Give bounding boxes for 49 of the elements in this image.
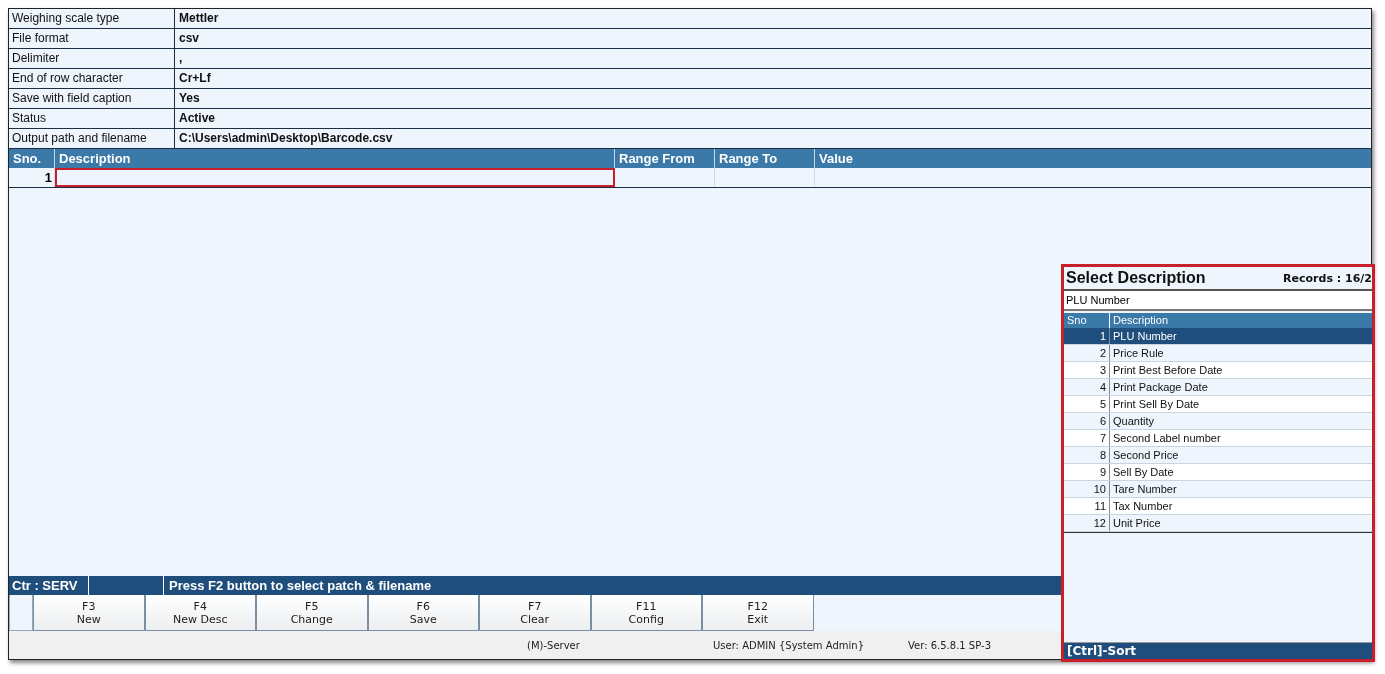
function-key-button[interactable]: F7 Clear (479, 595, 591, 631)
list-row[interactable]: 1 PLU Number (1064, 328, 1372, 345)
search-field[interactable]: PLU Number (1064, 291, 1372, 311)
column-header[interactable]: Range From (615, 149, 715, 168)
list-row[interactable]: 5 Print Sell By Date (1064, 396, 1372, 413)
list-row[interactable]: 8 Second Price (1064, 447, 1372, 464)
column-header[interactable]: Value (815, 149, 1371, 168)
property-value: C:\Users\admin\Desktop\Barcode.csv (178, 130, 394, 147)
list-row[interactable]: 7 Second Label number (1064, 430, 1372, 447)
property-label: End of row character (9, 69, 175, 88)
list-row[interactable]: 9 Sell By Date (1064, 464, 1372, 481)
column-header[interactable]: Description (55, 149, 615, 168)
property-label: Weighing scale type (9, 9, 175, 28)
user-label: User: ADMIN {System Admin} (713, 639, 865, 651)
property-value: Cr+Lf (178, 70, 212, 87)
list-row[interactable]: 3 Print Best Before Date (1064, 362, 1372, 379)
table-cell: 1 (9, 168, 55, 187)
version-label: Ver: 6.5.8.1 SP-3 (908, 639, 991, 651)
property-value: Yes (178, 90, 201, 107)
records-count: Records : 16/2 (1283, 271, 1372, 285)
list-row[interactable]: 12 Unit Price (1064, 515, 1372, 532)
property-label: Save with field caption (9, 89, 175, 108)
column-header[interactable]: Sno. (9, 149, 55, 168)
function-key-button[interactable]: F11 Config (590, 595, 702, 631)
description-input[interactable] (55, 168, 615, 187)
sort-hint-bar: [Ctrl]-Sort (1064, 643, 1372, 659)
function-key-button[interactable]: F4 New Desc (144, 595, 256, 631)
column-header[interactable]: Description (1110, 313, 1372, 328)
function-key-button[interactable]: F3 New (33, 595, 145, 631)
function-key-button[interactable]: F6 Save (367, 595, 479, 631)
property-value: csv (178, 30, 201, 47)
list-row[interactable]: 11 Tax Number (1064, 498, 1372, 515)
list-row[interactable]: 4 Print Package Date (1064, 379, 1372, 396)
property-value: , (178, 50, 184, 67)
function-key-button[interactable]: F5 Change (256, 595, 368, 631)
function-key-button[interactable]: F12 Exit (702, 595, 814, 631)
property-value: Mettler (178, 10, 220, 27)
list-row[interactable]: 10 Tare Number (1064, 481, 1372, 498)
property-label: File format (9, 29, 175, 48)
property-label: Delimiter (9, 49, 175, 68)
property-value: Active (178, 110, 217, 127)
list-row[interactable]: 6 Quantity (1064, 413, 1372, 430)
list-row[interactable]: 2 Price Rule (1064, 345, 1372, 362)
column-header[interactable]: Range To (715, 149, 815, 168)
popup-title: Select Description (1065, 269, 1206, 287)
server-label: (M)-Server (527, 639, 581, 651)
status-message: Press F2 button to select patch & filename (168, 577, 432, 595)
property-label: Output path and filename (9, 129, 175, 148)
property-label: Status (9, 109, 175, 128)
